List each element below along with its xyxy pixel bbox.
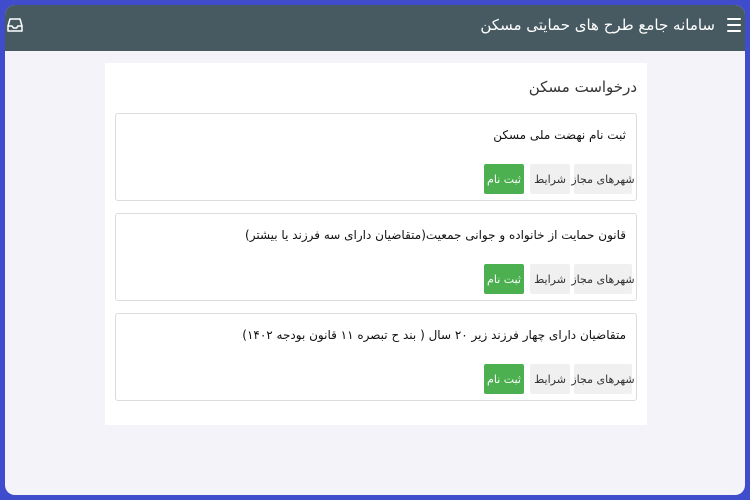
- top-bar: سامانه جامع طرح های حمایتی مسکن: [5, 5, 745, 51]
- list-item: قانون حمایت از خانواده و جوانی جمعیت(متق…: [115, 213, 637, 301]
- item-title: ثبت نام نهضت ملی مسکن: [493, 128, 626, 142]
- item-title: قانون حمایت از خانواده و جوانی جمعیت(متق…: [245, 228, 626, 242]
- list-item: متقاضیان دارای چهار فرزند زیر ۲۰ سال ( ب…: [115, 313, 637, 401]
- menu-line: [727, 18, 741, 20]
- app-frame: سامانه جامع طرح های حمایتی مسکن درخواست …: [5, 5, 745, 495]
- list-item: ثبت نام نهضت ملی مسکن شهرهای مجاز شرایط …: [115, 113, 637, 201]
- tray-icon[interactable]: [7, 17, 23, 33]
- register-button[interactable]: ثبت نام: [484, 364, 524, 394]
- allowed-cities-button[interactable]: شهرهای مجاز: [571, 264, 635, 294]
- menu-line: [727, 30, 741, 32]
- item-title: متقاضیان دارای چهار فرزند زیر ۲۰ سال ( ب…: [242, 328, 626, 342]
- panel-title: درخواست مسکن: [528, 78, 637, 96]
- terms-button[interactable]: شرایط: [530, 364, 570, 394]
- app-title: سامانه جامع طرح های حمایتی مسکن: [480, 16, 715, 34]
- hamburger-menu-icon[interactable]: [727, 18, 741, 32]
- housing-request-panel: درخواست مسکن ثبت نام نهضت ملی مسکن شهرها…: [105, 63, 647, 425]
- terms-button[interactable]: شرایط: [530, 264, 570, 294]
- register-button[interactable]: ثبت نام: [484, 164, 524, 194]
- register-button[interactable]: ثبت نام: [484, 264, 524, 294]
- allowed-cities-button[interactable]: شهرهای مجاز: [571, 364, 635, 394]
- allowed-cities-button[interactable]: شهرهای مجاز: [571, 164, 635, 194]
- terms-button[interactable]: شرایط: [530, 164, 570, 194]
- menu-line: [727, 24, 741, 26]
